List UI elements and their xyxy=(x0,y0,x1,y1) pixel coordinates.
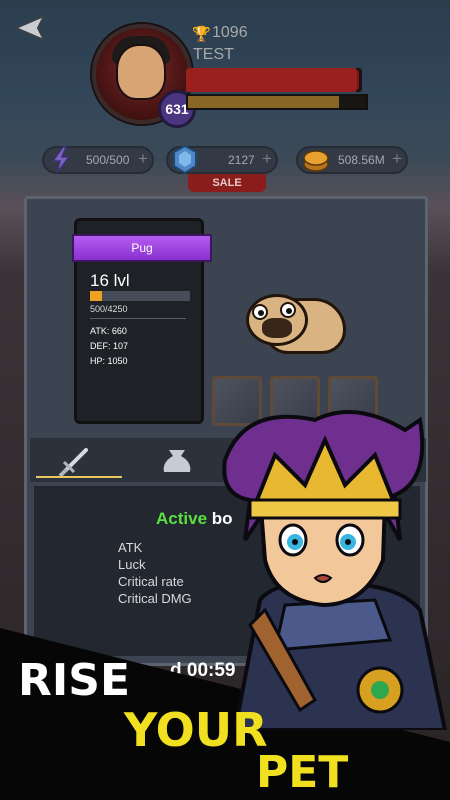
promo-text-your: YOUR xyxy=(124,703,268,757)
promo-text-pet: PET xyxy=(256,747,349,798)
hero-character-illustration xyxy=(222,410,448,730)
promo-text-rise: RISE xyxy=(18,655,130,706)
